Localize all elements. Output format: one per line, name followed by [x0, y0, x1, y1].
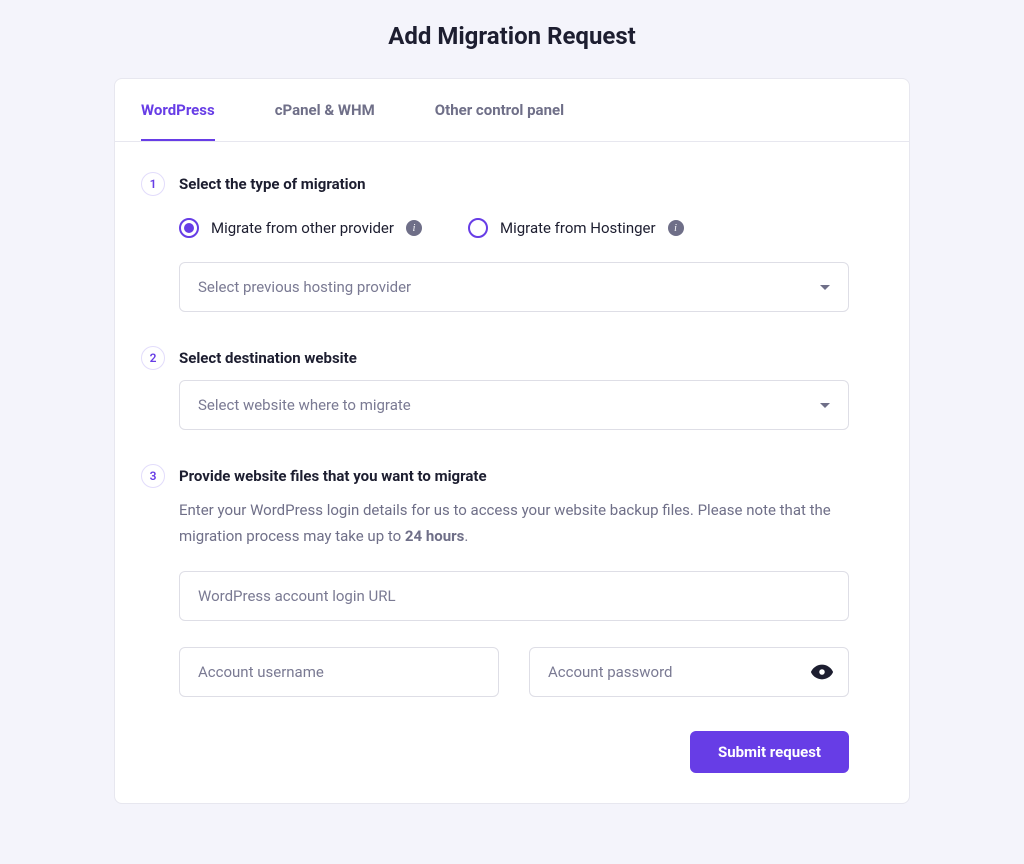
eye-icon[interactable] — [811, 661, 833, 683]
chevron-down-icon — [820, 285, 830, 290]
step-1: 1 Select the type of migration Migrate f… — [141, 172, 849, 312]
info-icon[interactable]: i — [406, 220, 422, 236]
select-placeholder: Select previous hosting provider — [198, 278, 411, 296]
account-password-input[interactable] — [529, 647, 849, 697]
step-3-number: 3 — [141, 464, 165, 488]
tabs: WordPress cPanel & WHM Other control pan… — [115, 79, 909, 142]
chevron-down-icon — [820, 403, 830, 408]
radio-other-provider[interactable]: Migrate from other provider i — [179, 218, 422, 238]
step-1-title: Select the type of migration — [179, 175, 366, 193]
info-icon[interactable]: i — [668, 220, 684, 236]
step-2: 2 Select destination website Select webs… — [141, 346, 849, 430]
step-3-title: Provide website files that you want to m… — [179, 467, 487, 485]
form-content: 1 Select the type of migration Migrate f… — [115, 142, 909, 803]
form-actions: Submit request — [141, 731, 849, 773]
step-3: 3 Provide website files that you want to… — [141, 464, 849, 697]
step-1-number: 1 — [141, 172, 165, 196]
radio-hostinger[interactable]: Migrate from Hostinger i — [468, 218, 684, 238]
wp-login-url-input[interactable] — [179, 571, 849, 621]
submit-request-button[interactable]: Submit request — [690, 731, 849, 773]
step-2-number: 2 — [141, 346, 165, 370]
page-title: Add Migration Request — [0, 0, 1024, 78]
select-destination-website[interactable]: Select website where to migrate — [179, 380, 849, 430]
account-username-input[interactable] — [179, 647, 499, 697]
step-2-title: Select destination website — [179, 349, 357, 367]
select-previous-provider[interactable]: Select previous hosting provider — [179, 262, 849, 312]
tab-wordpress[interactable]: WordPress — [141, 79, 215, 141]
select-placeholder: Select website where to migrate — [198, 396, 411, 414]
radio-icon — [179, 218, 199, 238]
step-3-description: Enter your WordPress login details for u… — [179, 498, 849, 549]
radio-icon — [468, 218, 488, 238]
radio-label: Migrate from other provider — [211, 219, 394, 237]
migration-card: WordPress cPanel & WHM Other control pan… — [114, 78, 910, 804]
radio-label: Migrate from Hostinger — [500, 219, 656, 237]
tab-other-panel[interactable]: Other control panel — [405, 79, 594, 141]
tab-cpanel-whm[interactable]: cPanel & WHM — [245, 79, 405, 141]
